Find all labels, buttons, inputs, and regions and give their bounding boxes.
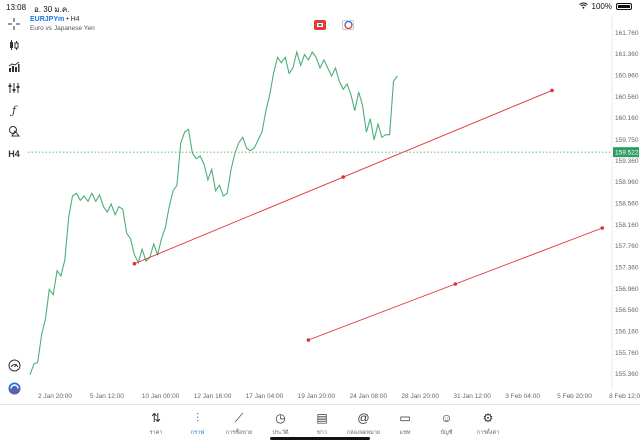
time-axis-label: 28 Jan 20:00 bbox=[401, 393, 439, 400]
chat-icon: ▭ bbox=[399, 411, 411, 425]
price-axis-label: 158.960 bbox=[615, 179, 639, 186]
time-axis-label: 31 Jan 12:00 bbox=[453, 393, 491, 400]
account-icon: ☺ bbox=[440, 411, 453, 425]
price-axis-label: 157.760 bbox=[615, 243, 639, 250]
bottom-navigation: ⇅ ราคา ⫶ กราฟ ⟋ การซื้อขาย ◷ ประวัติ ▤ ข่าว @ กล่อง… bbox=[0, 404, 640, 447]
mailbox-icon: @ bbox=[357, 411, 370, 425]
price-axis-label: 160.160 bbox=[615, 115, 639, 122]
nav-item-settings[interactable]: ⚙ การตั้งค่า bbox=[464, 409, 512, 437]
price-axis-label: 158.560 bbox=[615, 200, 639, 207]
news-icon: ▤ bbox=[316, 411, 328, 425]
quotes-icon: ⇅ bbox=[150, 411, 162, 425]
price-axis-label: 161.760 bbox=[615, 30, 639, 37]
nav-item-label: ข่าว bbox=[317, 430, 327, 436]
trendline-midpoint[interactable] bbox=[453, 282, 458, 286]
price-axis-label: 156.960 bbox=[615, 286, 639, 293]
nav-item-label: บัญชี bbox=[440, 430, 453, 436]
time-axis-label: 5 Feb 20:00 bbox=[557, 393, 592, 400]
nav-item-label: ราคา bbox=[149, 430, 163, 436]
price-axis-label: 160.560 bbox=[615, 94, 639, 101]
nav-item-label: กล่องจดหมาย bbox=[346, 430, 381, 436]
price-series-line bbox=[29, 49, 398, 375]
price-axis-label: 157.360 bbox=[615, 264, 639, 271]
trade-icon: ⟋ bbox=[234, 410, 244, 425]
price-axis-label: 159.360 bbox=[615, 158, 639, 165]
nav-item-label: แชท bbox=[399, 430, 411, 436]
time-axis-label: 17 Jan 04:00 bbox=[246, 393, 284, 400]
price-axis-label: 159.750 bbox=[615, 137, 639, 144]
price-axis-label: 161.360 bbox=[615, 51, 639, 58]
trendline-anchor[interactable] bbox=[600, 226, 605, 230]
time-axis-label: 12 Jan 16:00 bbox=[194, 393, 232, 400]
nav-item-label: ประวัติ bbox=[272, 430, 289, 436]
time-axis-label: 10 Jan 00:00 bbox=[142, 393, 180, 400]
nav-item-label: กราฟ bbox=[190, 430, 205, 436]
settings-icon: ⚙ bbox=[482, 411, 494, 425]
price-axis-label: 158.160 bbox=[615, 222, 639, 229]
time-axis-label: 19 Jan 20:00 bbox=[298, 393, 336, 400]
time-axis-label: 8 Feb 12:00 bbox=[609, 393, 640, 400]
price-axis-label: 155.760 bbox=[615, 350, 639, 357]
price-chart[interactable]: 161.760 161.360 160.960 160.560 160.160 159.7… bbox=[0, 0, 640, 404]
time-axis-label: 2 Jan 20:00 bbox=[38, 393, 72, 400]
current-price-marker: 159.522 bbox=[28, 147, 639, 158]
trendline-anchor[interactable] bbox=[550, 88, 554, 93]
price-axis-label: 155.360 bbox=[615, 371, 639, 378]
time-axis: 2 Jan 20:00 5 Jan 12:00 10 Jan 00:00 12 Jan… bbox=[38, 393, 640, 400]
history-icon: ◷ bbox=[275, 411, 286, 425]
trendline-anchor[interactable] bbox=[306, 338, 311, 342]
nav-item-label: การซื้อขาย bbox=[225, 430, 253, 436]
nav-item-label: การตั้งค่า bbox=[476, 430, 500, 436]
current-price-text: 159.522 bbox=[615, 150, 639, 157]
trendline-midpoint[interactable] bbox=[341, 175, 346, 179]
price-axis-label: 160.960 bbox=[615, 72, 639, 79]
chart-icon: ⫶ bbox=[195, 410, 199, 425]
price-axis-label: 156.560 bbox=[615, 307, 639, 314]
home-indicator bbox=[270, 437, 370, 440]
trendline-anchor[interactable] bbox=[132, 261, 137, 266]
price-axis: 161.760 161.360 160.960 160.560 160.160 159.7… bbox=[611, 14, 639, 388]
time-axis-label: 3 Feb 04:00 bbox=[505, 393, 540, 400]
time-axis-label: 24 Jan 08:00 bbox=[350, 393, 388, 400]
price-axis-label: 156.160 bbox=[615, 328, 639, 335]
time-axis-label: 5 Jan 12:00 bbox=[90, 393, 124, 400]
chart-series bbox=[29, 49, 398, 375]
